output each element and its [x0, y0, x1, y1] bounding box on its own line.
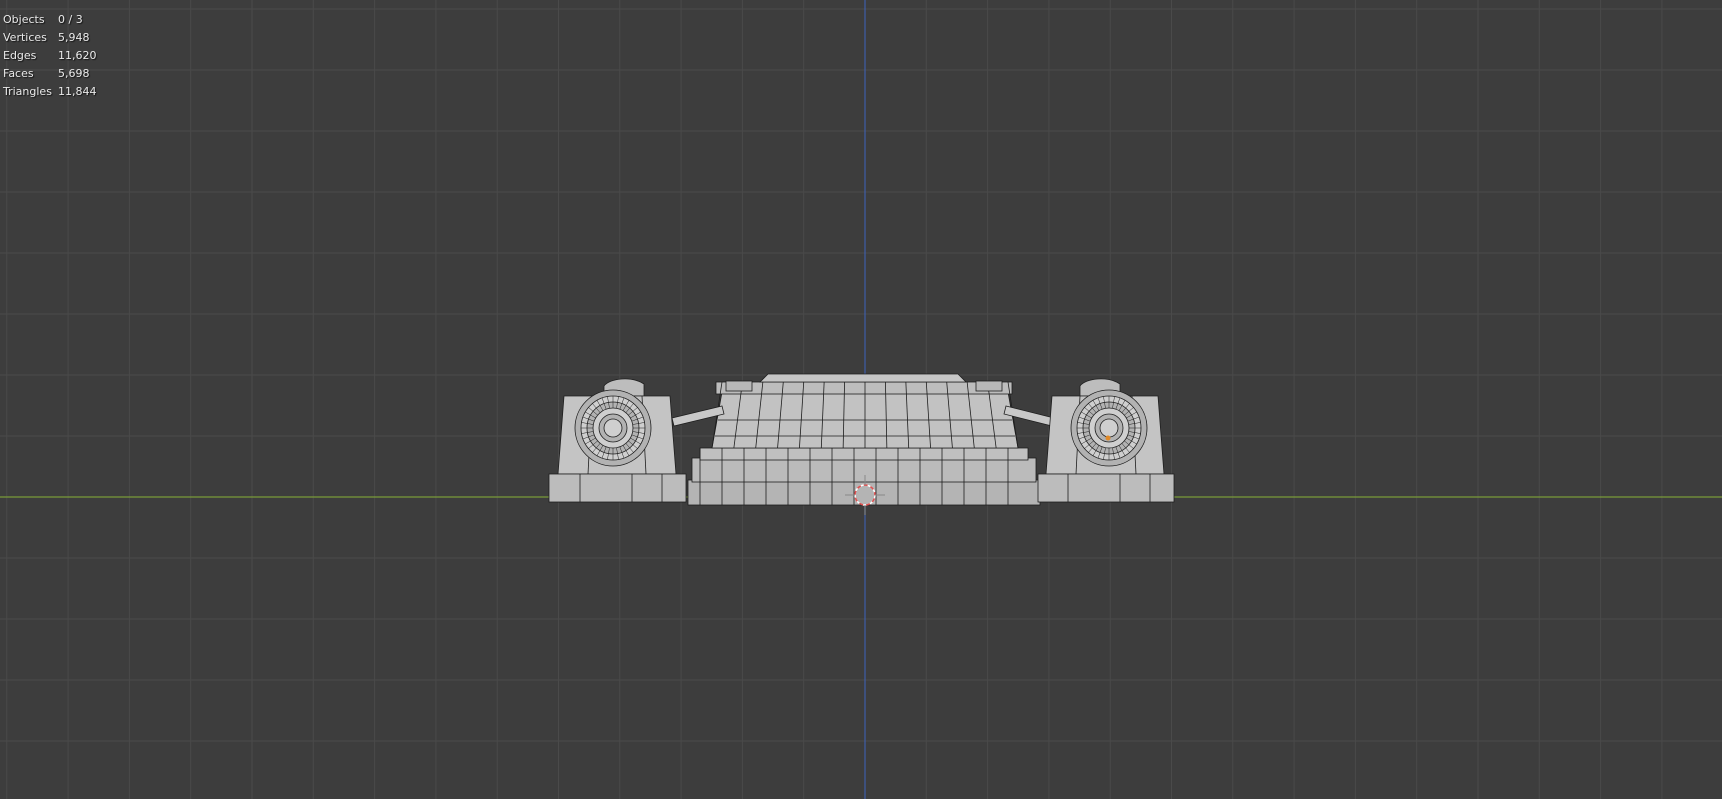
right-pod — [1037, 378, 1175, 503]
faces-value: 5,698 — [58, 67, 90, 80]
stat-row-faces: Faces 5,698 — [3, 65, 118, 83]
stat-row-triangles: Triangles 11,844 — [3, 83, 118, 101]
vertices-value: 5,948 — [58, 31, 90, 44]
top-fitting-right — [975, 380, 1003, 392]
scene-statistics-overlay: Objects 0 / 3 Vertices 5,948 Edges 11,62… — [3, 11, 118, 101]
vertices-label: Vertices — [3, 31, 47, 44]
objects-value: 0 / 3 — [58, 13, 83, 26]
edges-label: Edges — [3, 49, 37, 62]
triangles-value: 11,844 — [58, 85, 97, 98]
viewport-scene[interactable] — [0, 0, 1722, 799]
objects-label: Objects — [3, 13, 45, 26]
edges-value: 11,620 — [58, 49, 97, 62]
left-pod — [548, 378, 687, 503]
stat-row-objects: Objects 0 / 3 — [3, 11, 118, 29]
faces-label: Faces — [3, 67, 34, 80]
3d-viewport[interactable]: Objects 0 / 3 Vertices 5,948 Edges 11,62… — [0, 0, 1722, 799]
top-fitting-left — [725, 380, 753, 392]
central-base — [687, 447, 1041, 506]
central-dome — [711, 373, 1019, 449]
stat-row-edges: Edges 11,620 — [3, 47, 118, 65]
triangles-label: Triangles — [3, 85, 52, 98]
stat-row-vertices: Vertices 5,948 — [3, 29, 118, 47]
